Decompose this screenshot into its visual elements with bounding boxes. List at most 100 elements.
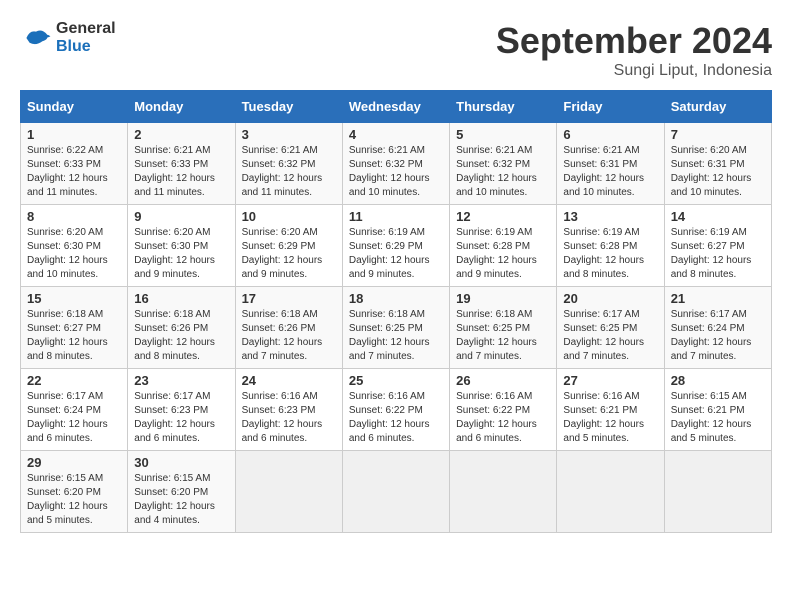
day-info: Sunrise: 6:15 AM Sunset: 6:20 PM Dayligh… (27, 472, 121, 528)
day-info: Sunrise: 6:17 AM Sunset: 6:24 PM Dayligh… (671, 308, 765, 364)
day-number: 11 (349, 209, 443, 224)
calendar-cell: 11 Sunrise: 6:19 AM Sunset: 6:29 PM Dayl… (342, 205, 449, 287)
day-info: Sunrise: 6:21 AM Sunset: 6:31 PM Dayligh… (563, 144, 657, 200)
day-info: Sunrise: 6:21 AM Sunset: 6:32 PM Dayligh… (456, 144, 550, 200)
logo-text: General Blue (56, 20, 116, 56)
calendar-cell (235, 451, 342, 533)
day-info: Sunrise: 6:19 AM Sunset: 6:27 PM Dayligh… (671, 226, 765, 282)
day-info: Sunrise: 6:21 AM Sunset: 6:32 PM Dayligh… (242, 144, 336, 200)
calendar-cell: 21 Sunrise: 6:17 AM Sunset: 6:24 PM Dayl… (664, 287, 771, 369)
day-number: 8 (27, 209, 121, 224)
weekday-header-tuesday: Tuesday (235, 91, 342, 123)
calendar-cell: 27 Sunrise: 6:16 AM Sunset: 6:21 PM Dayl… (557, 369, 664, 451)
day-number: 16 (134, 291, 228, 306)
day-info: Sunrise: 6:19 AM Sunset: 6:28 PM Dayligh… (456, 226, 550, 282)
calendar-cell: 22 Sunrise: 6:17 AM Sunset: 6:24 PM Dayl… (21, 369, 128, 451)
calendar-cell: 26 Sunrise: 6:16 AM Sunset: 6:22 PM Dayl… (450, 369, 557, 451)
page-header: General Blue September 2024 Sungi Liput,… (20, 20, 772, 80)
day-number: 22 (27, 373, 121, 388)
weekday-header-wednesday: Wednesday (342, 91, 449, 123)
calendar-cell: 1 Sunrise: 6:22 AM Sunset: 6:33 PM Dayli… (21, 123, 128, 205)
weekday-header-saturday: Saturday (664, 91, 771, 123)
calendar-week-2: 8 Sunrise: 6:20 AM Sunset: 6:30 PM Dayli… (21, 205, 772, 287)
day-number: 6 (563, 127, 657, 142)
weekday-header-friday: Friday (557, 91, 664, 123)
day-info: Sunrise: 6:17 AM Sunset: 6:25 PM Dayligh… (563, 308, 657, 364)
calendar-cell: 4 Sunrise: 6:21 AM Sunset: 6:32 PM Dayli… (342, 123, 449, 205)
calendar-cell: 15 Sunrise: 6:18 AM Sunset: 6:27 PM Dayl… (21, 287, 128, 369)
weekday-header-thursday: Thursday (450, 91, 557, 123)
day-info: Sunrise: 6:19 AM Sunset: 6:28 PM Dayligh… (563, 226, 657, 282)
day-info: Sunrise: 6:18 AM Sunset: 6:26 PM Dayligh… (134, 308, 228, 364)
month-title: September 2024 (496, 20, 772, 62)
day-number: 10 (242, 209, 336, 224)
day-number: 28 (671, 373, 765, 388)
day-info: Sunrise: 6:17 AM Sunset: 6:24 PM Dayligh… (27, 390, 121, 446)
day-number: 5 (456, 127, 550, 142)
day-number: 7 (671, 127, 765, 142)
day-number: 3 (242, 127, 336, 142)
location: Sungi Liput, Indonesia (496, 62, 772, 80)
logo-icon (20, 22, 52, 54)
calendar-cell: 5 Sunrise: 6:21 AM Sunset: 6:32 PM Dayli… (450, 123, 557, 205)
logo: General Blue (20, 20, 116, 56)
day-number: 15 (27, 291, 121, 306)
day-info: Sunrise: 6:15 AM Sunset: 6:20 PM Dayligh… (134, 472, 228, 528)
day-info: Sunrise: 6:20 AM Sunset: 6:31 PM Dayligh… (671, 144, 765, 200)
calendar-cell (342, 451, 449, 533)
calendar-cell: 2 Sunrise: 6:21 AM Sunset: 6:33 PM Dayli… (128, 123, 235, 205)
day-number: 23 (134, 373, 228, 388)
day-number: 30 (134, 455, 228, 470)
day-info: Sunrise: 6:18 AM Sunset: 6:27 PM Dayligh… (27, 308, 121, 364)
calendar-cell: 28 Sunrise: 6:15 AM Sunset: 6:21 PM Dayl… (664, 369, 771, 451)
calendar-cell: 10 Sunrise: 6:20 AM Sunset: 6:29 PM Dayl… (235, 205, 342, 287)
day-number: 27 (563, 373, 657, 388)
day-number: 24 (242, 373, 336, 388)
calendar-table: SundayMondayTuesdayWednesdayThursdayFrid… (20, 90, 772, 533)
day-info: Sunrise: 6:20 AM Sunset: 6:30 PM Dayligh… (134, 226, 228, 282)
day-number: 4 (349, 127, 443, 142)
day-number: 29 (27, 455, 121, 470)
day-info: Sunrise: 6:20 AM Sunset: 6:29 PM Dayligh… (242, 226, 336, 282)
calendar-cell: 12 Sunrise: 6:19 AM Sunset: 6:28 PM Dayl… (450, 205, 557, 287)
day-info: Sunrise: 6:22 AM Sunset: 6:33 PM Dayligh… (27, 144, 121, 200)
calendar-cell: 30 Sunrise: 6:15 AM Sunset: 6:20 PM Dayl… (128, 451, 235, 533)
calendar-cell: 3 Sunrise: 6:21 AM Sunset: 6:32 PM Dayli… (235, 123, 342, 205)
day-info: Sunrise: 6:16 AM Sunset: 6:21 PM Dayligh… (563, 390, 657, 446)
day-number: 13 (563, 209, 657, 224)
calendar-cell: 6 Sunrise: 6:21 AM Sunset: 6:31 PM Dayli… (557, 123, 664, 205)
day-number: 21 (671, 291, 765, 306)
day-info: Sunrise: 6:16 AM Sunset: 6:22 PM Dayligh… (349, 390, 443, 446)
calendar-cell: 24 Sunrise: 6:16 AM Sunset: 6:23 PM Dayl… (235, 369, 342, 451)
title-block: September 2024 Sungi Liput, Indonesia (496, 20, 772, 80)
day-number: 26 (456, 373, 550, 388)
day-info: Sunrise: 6:18 AM Sunset: 6:26 PM Dayligh… (242, 308, 336, 364)
calendar-cell: 29 Sunrise: 6:15 AM Sunset: 6:20 PM Dayl… (21, 451, 128, 533)
calendar-week-1: 1 Sunrise: 6:22 AM Sunset: 6:33 PM Dayli… (21, 123, 772, 205)
calendar-cell (557, 451, 664, 533)
calendar-cell: 13 Sunrise: 6:19 AM Sunset: 6:28 PM Dayl… (557, 205, 664, 287)
day-info: Sunrise: 6:20 AM Sunset: 6:30 PM Dayligh… (27, 226, 121, 282)
calendar-cell: 9 Sunrise: 6:20 AM Sunset: 6:30 PM Dayli… (128, 205, 235, 287)
calendar-cell (450, 451, 557, 533)
calendar-week-5: 29 Sunrise: 6:15 AM Sunset: 6:20 PM Dayl… (21, 451, 772, 533)
weekday-header-row: SundayMondayTuesdayWednesdayThursdayFrid… (21, 91, 772, 123)
calendar-week-4: 22 Sunrise: 6:17 AM Sunset: 6:24 PM Dayl… (21, 369, 772, 451)
day-number: 14 (671, 209, 765, 224)
day-info: Sunrise: 6:19 AM Sunset: 6:29 PM Dayligh… (349, 226, 443, 282)
weekday-header-sunday: Sunday (21, 91, 128, 123)
day-info: Sunrise: 6:18 AM Sunset: 6:25 PM Dayligh… (349, 308, 443, 364)
calendar-cell: 14 Sunrise: 6:19 AM Sunset: 6:27 PM Dayl… (664, 205, 771, 287)
calendar-cell: 20 Sunrise: 6:17 AM Sunset: 6:25 PM Dayl… (557, 287, 664, 369)
day-info: Sunrise: 6:18 AM Sunset: 6:25 PM Dayligh… (456, 308, 550, 364)
day-info: Sunrise: 6:16 AM Sunset: 6:23 PM Dayligh… (242, 390, 336, 446)
calendar-cell: 18 Sunrise: 6:18 AM Sunset: 6:25 PM Dayl… (342, 287, 449, 369)
day-number: 20 (563, 291, 657, 306)
calendar-week-3: 15 Sunrise: 6:18 AM Sunset: 6:27 PM Dayl… (21, 287, 772, 369)
day-number: 12 (456, 209, 550, 224)
day-info: Sunrise: 6:15 AM Sunset: 6:21 PM Dayligh… (671, 390, 765, 446)
calendar-cell: 17 Sunrise: 6:18 AM Sunset: 6:26 PM Dayl… (235, 287, 342, 369)
calendar-cell: 25 Sunrise: 6:16 AM Sunset: 6:22 PM Dayl… (342, 369, 449, 451)
calendar-cell: 19 Sunrise: 6:18 AM Sunset: 6:25 PM Dayl… (450, 287, 557, 369)
day-info: Sunrise: 6:21 AM Sunset: 6:32 PM Dayligh… (349, 144, 443, 200)
